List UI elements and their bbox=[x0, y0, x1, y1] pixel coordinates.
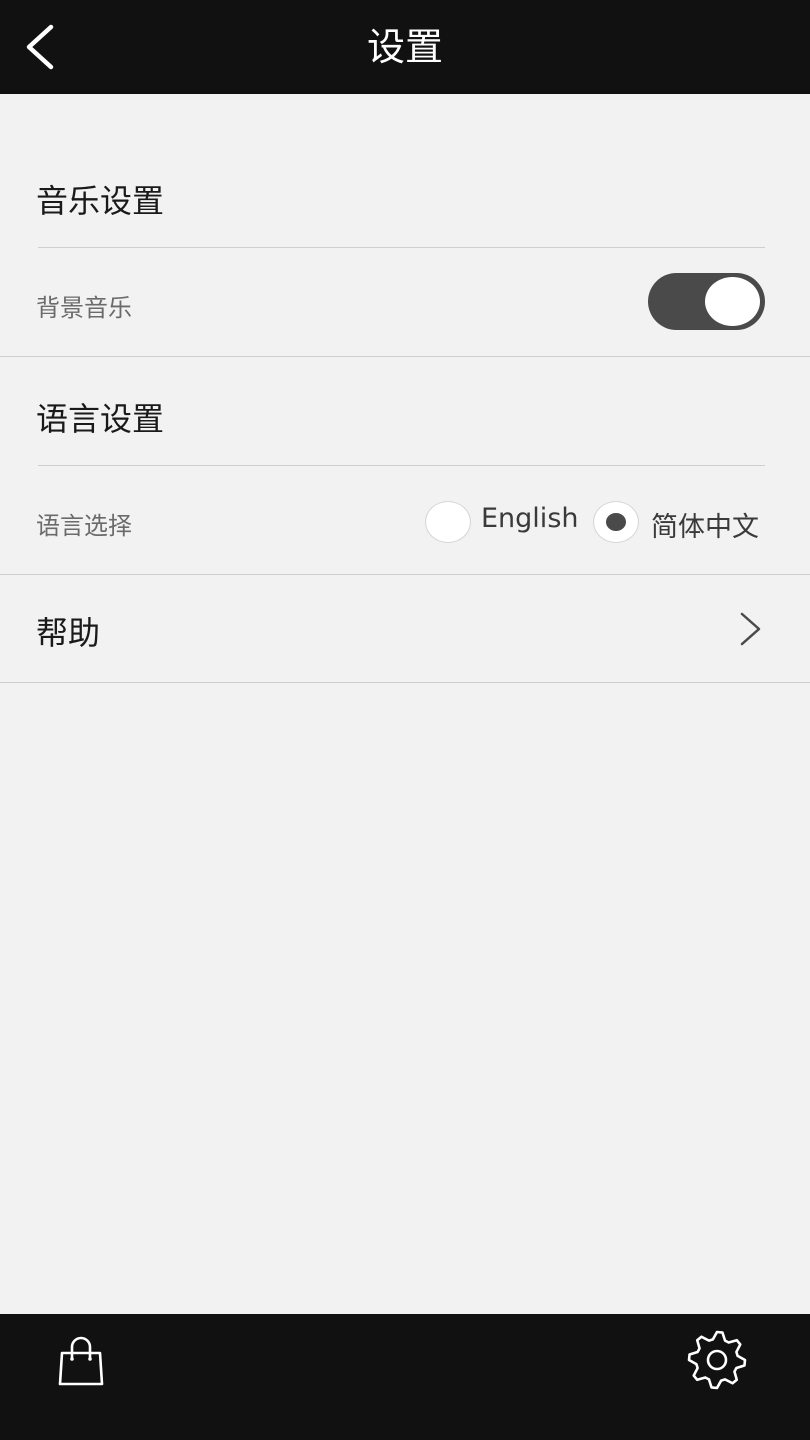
bottom-nav-bar bbox=[0, 1314, 810, 1440]
page-title: 设置 bbox=[366, 25, 443, 69]
language-option-simplified-chinese-label[interactable]: 简体中文 bbox=[651, 505, 759, 544]
toggle-knob bbox=[705, 277, 760, 326]
music-settings-title: 音乐设置 bbox=[36, 182, 165, 220]
language-option-english-label[interactable]: English bbox=[481, 503, 579, 534]
background-music-label: 背景音乐 bbox=[36, 294, 132, 322]
settings-tab-button[interactable] bbox=[682, 1325, 752, 1395]
language-radio-simplified-chinese[interactable] bbox=[593, 501, 639, 543]
language-radio-english[interactable] bbox=[425, 501, 471, 543]
chevron-left-icon bbox=[26, 24, 54, 70]
background-music-toggle[interactable] bbox=[648, 273, 765, 330]
shop-tab-button[interactable] bbox=[46, 1327, 116, 1397]
help-row[interactable]: 帮助 bbox=[0, 576, 810, 682]
top-app-bar: 设置 bbox=[0, 0, 810, 94]
divider bbox=[0, 682, 810, 683]
divider bbox=[0, 574, 810, 575]
divider bbox=[38, 465, 765, 466]
help-label: 帮助 bbox=[36, 614, 101, 652]
chevron-right-icon bbox=[740, 612, 761, 646]
divider bbox=[0, 356, 810, 357]
back-button[interactable] bbox=[14, 20, 66, 74]
gear-icon bbox=[687, 1330, 747, 1390]
shopping-bag-icon bbox=[58, 1336, 104, 1386]
divider bbox=[38, 247, 765, 248]
language-settings-title: 语言设置 bbox=[36, 400, 165, 438]
language-select-label: 语言选择 bbox=[36, 512, 132, 540]
radio-selected-dot bbox=[606, 513, 626, 531]
